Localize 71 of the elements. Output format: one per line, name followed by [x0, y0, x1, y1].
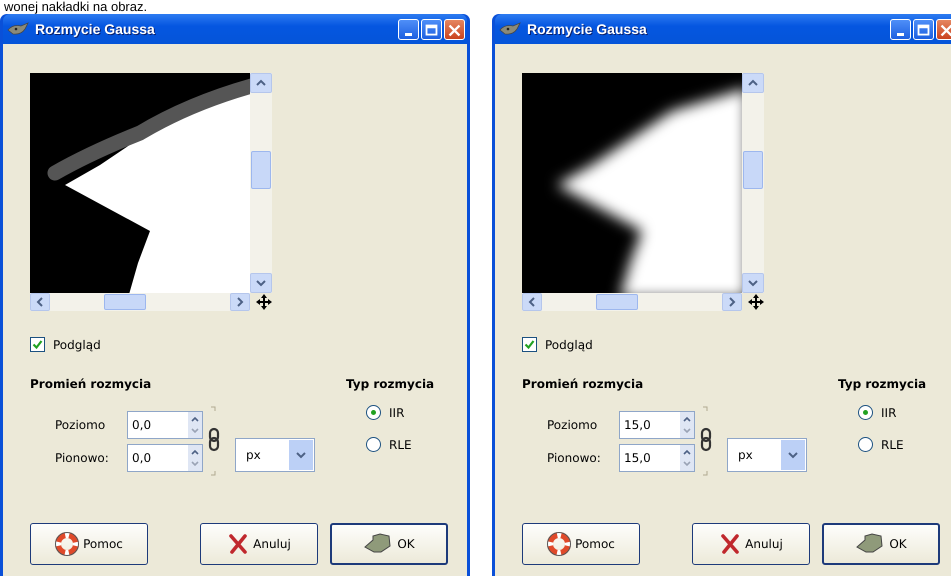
cancel-button[interactable]: Anuluj: [200, 523, 318, 565]
chevron-down-icon[interactable]: [256, 279, 266, 287]
scroll-thumb[interactable]: [596, 294, 638, 310]
spin-field[interactable]: 15,0: [619, 444, 695, 472]
vertical-scrollbar[interactable]: [250, 73, 272, 293]
spin-field[interactable]: 0,0: [127, 444, 203, 472]
radio-label: IIR: [881, 406, 896, 420]
window-title: Rozmycie Gaussa: [527, 21, 648, 37]
minimize-icon: [405, 32, 412, 36]
ok-button[interactable]: OK: [822, 523, 940, 565]
caption-text: wonej nakładki na obraz.: [3, 0, 148, 14]
preview-label: Podgląd: [545, 338, 593, 352]
lifebuoy-icon: [547, 532, 572, 556]
radio-label: RLE: [881, 438, 904, 452]
cancel-button[interactable]: Anuluj: [692, 523, 810, 565]
chevron-left-icon[interactable]: [36, 297, 44, 307]
app-icon: [499, 21, 521, 37]
preview-checkbox[interactable]: [30, 337, 45, 352]
move-icon[interactable]: [255, 293, 273, 311]
scroll-thumb[interactable]: [251, 151, 271, 189]
unit-dropdown[interactable]: px: [235, 438, 315, 472]
chevron-right-icon[interactable]: [236, 297, 244, 307]
horizontal-scrollbar[interactable]: [30, 293, 250, 311]
x-icon: [227, 533, 250, 555]
minimize-button[interactable]: [890, 18, 911, 40]
maximize-button[interactable]: [421, 18, 442, 40]
radio-button[interactable]: [858, 437, 873, 452]
section-heading: Promień rozmycia: [522, 377, 644, 391]
radio-button[interactable]: [366, 437, 381, 452]
maximize-button[interactable]: [913, 18, 934, 40]
scroll-thumb[interactable]: [104, 294, 146, 310]
radio-button[interactable]: [366, 405, 381, 420]
x-icon: [719, 533, 742, 555]
chevron-right-icon[interactable]: [728, 297, 736, 307]
section-heading: Typ rozmycia: [346, 377, 434, 391]
field-label: Pionowo:: [547, 450, 602, 464]
spin-field[interactable]: 0,0: [127, 410, 203, 438]
help-button[interactable]: Pomoc: [522, 523, 640, 565]
chevron-up-icon[interactable]: [748, 79, 758, 87]
section-heading: Promień rozmycia: [30, 377, 152, 391]
radio-label: IIR: [389, 406, 404, 420]
spin-field[interactable]: 15,0: [619, 410, 695, 438]
radio-label: RLE: [389, 438, 412, 452]
chevron-left-icon[interactable]: [528, 297, 536, 307]
lifebuoy-icon: [55, 532, 80, 556]
section-heading: Typ rozmycia: [838, 377, 926, 391]
minimize-icon: [897, 32, 904, 36]
chevron-down-icon: [787, 451, 799, 459]
chain-icon[interactable]: [699, 405, 713, 477]
field-label: Poziomo: [55, 418, 106, 432]
unit-dropdown[interactable]: px: [727, 438, 807, 472]
vertical-scrollbar[interactable]: [742, 73, 764, 293]
chevron-down-icon: [295, 451, 307, 459]
field-label: Poziomo: [547, 418, 598, 432]
chain-icon[interactable]: [207, 405, 221, 477]
preview-checkbox[interactable]: [522, 337, 537, 352]
app-icon: [7, 21, 29, 37]
window-title: Rozmycie Gaussa: [35, 21, 156, 37]
minimize-button[interactable]: [398, 18, 419, 40]
move-icon[interactable]: [747, 293, 765, 311]
field-label: Pionowo:: [55, 450, 110, 464]
help-button[interactable]: Pomoc: [30, 523, 148, 565]
horizontal-scrollbar[interactable]: [522, 293, 742, 311]
close-button[interactable]: [936, 18, 951, 40]
ok-button[interactable]: OK: [330, 523, 448, 565]
preview-label: Podgląd: [53, 338, 101, 352]
scroll-thumb[interactable]: [743, 151, 763, 189]
radio-button[interactable]: [858, 405, 873, 420]
chevron-down-icon[interactable]: [748, 279, 758, 287]
close-button[interactable]: [444, 18, 465, 40]
chevron-up-icon[interactable]: [256, 79, 266, 87]
